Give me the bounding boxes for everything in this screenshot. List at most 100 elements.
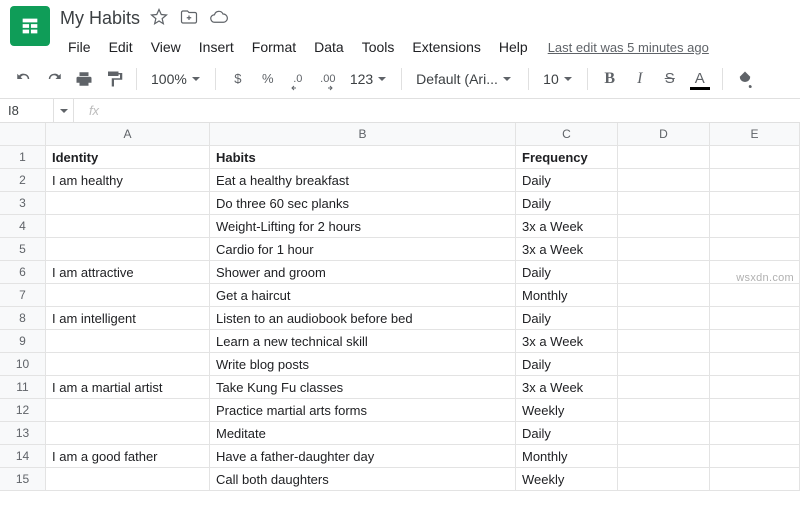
cell[interactable] <box>710 376 800 399</box>
row-header[interactable]: 4 <box>0 215 46 238</box>
row-header[interactable]: 15 <box>0 468 46 491</box>
cloud-status-icon[interactable] <box>210 8 228 29</box>
row-header[interactable]: 5 <box>0 238 46 261</box>
cell[interactable]: Take Kung Fu classes <box>210 376 516 399</box>
decrease-decimal-button[interactable]: .0 <box>284 65 312 93</box>
menu-edit[interactable]: Edit <box>101 35 141 59</box>
undo-button[interactable] <box>10 65 38 93</box>
cell[interactable] <box>710 169 800 192</box>
menu-extensions[interactable]: Extensions <box>404 35 488 59</box>
row-header[interactable]: 2 <box>0 169 46 192</box>
menu-tools[interactable]: Tools <box>354 35 403 59</box>
column-header[interactable]: E <box>710 123 800 146</box>
name-box[interactable]: I8 <box>0 99 54 122</box>
cell[interactable]: Get a haircut <box>210 284 516 307</box>
paint-format-button[interactable] <box>100 65 128 93</box>
cell[interactable] <box>710 307 800 330</box>
cell[interactable]: Meditate <box>210 422 516 445</box>
move-icon[interactable] <box>180 8 198 29</box>
cell[interactable]: Daily <box>516 422 618 445</box>
cell[interactable]: Identity <box>46 146 210 169</box>
italic-button[interactable]: I <box>626 65 654 93</box>
row-header[interactable]: 14 <box>0 445 46 468</box>
cell[interactable] <box>618 399 710 422</box>
cell[interactable] <box>618 422 710 445</box>
cell[interactable]: I am a good father <box>46 445 210 468</box>
cell[interactable] <box>710 215 800 238</box>
cell[interactable]: Frequency <box>516 146 618 169</box>
star-icon[interactable] <box>150 8 168 29</box>
cell[interactable]: Daily <box>516 261 618 284</box>
cell[interactable] <box>46 192 210 215</box>
cell[interactable]: Daily <box>516 192 618 215</box>
menu-data[interactable]: Data <box>306 35 352 59</box>
column-header[interactable]: A <box>46 123 210 146</box>
cell[interactable]: 3x a Week <box>516 376 618 399</box>
cell[interactable] <box>618 307 710 330</box>
cell[interactable]: Do three 60 sec planks <box>210 192 516 215</box>
format-currency-button[interactable]: $ <box>224 65 252 93</box>
cell[interactable]: Cardio for 1 hour <box>210 238 516 261</box>
cell[interactable] <box>710 422 800 445</box>
cell[interactable]: I am attractive <box>46 261 210 284</box>
cell[interactable] <box>46 353 210 376</box>
cell[interactable]: Habits <box>210 146 516 169</box>
cell[interactable] <box>46 238 210 261</box>
cell[interactable] <box>618 215 710 238</box>
cell[interactable] <box>46 468 210 491</box>
cell[interactable] <box>710 468 800 491</box>
cell[interactable] <box>710 238 800 261</box>
cell[interactable]: Practice martial arts forms <box>210 399 516 422</box>
cell[interactable]: 3x a Week <box>516 330 618 353</box>
cell[interactable]: Daily <box>516 307 618 330</box>
cell[interactable]: Weight-Lifting for 2 hours <box>210 215 516 238</box>
increase-decimal-button[interactable]: .00 <box>314 65 342 93</box>
cell[interactable]: Daily <box>516 169 618 192</box>
row-header[interactable]: 6 <box>0 261 46 284</box>
cell[interactable] <box>618 261 710 284</box>
cell[interactable] <box>618 238 710 261</box>
font-size-select[interactable]: 10 <box>537 65 579 93</box>
cell[interactable] <box>618 169 710 192</box>
cell[interactable] <box>710 330 800 353</box>
cell[interactable] <box>46 330 210 353</box>
row-header[interactable]: 7 <box>0 284 46 307</box>
cell[interactable]: 3x a Week <box>516 215 618 238</box>
cell[interactable]: Monthly <box>516 284 618 307</box>
print-button[interactable] <box>70 65 98 93</box>
doc-title[interactable]: My Habits <box>60 6 140 31</box>
menu-help[interactable]: Help <box>491 35 536 59</box>
row-header[interactable]: 8 <box>0 307 46 330</box>
cell[interactable]: Learn a new technical skill <box>210 330 516 353</box>
menu-format[interactable]: Format <box>244 35 304 59</box>
cell[interactable] <box>710 284 800 307</box>
cell[interactable]: Have a father-daughter day <box>210 445 516 468</box>
fill-color-button[interactable] <box>731 65 759 93</box>
select-all-corner[interactable] <box>0 123 46 146</box>
cell[interactable] <box>618 468 710 491</box>
last-edit-link[interactable]: Last edit was 5 minutes ago <box>548 40 709 55</box>
name-box-dropdown[interactable] <box>54 99 74 122</box>
strikethrough-button[interactable]: S <box>656 65 684 93</box>
cell[interactable]: I am intelligent <box>46 307 210 330</box>
cell[interactable] <box>710 353 800 376</box>
spreadsheet-grid[interactable]: ABCDE1IdentityHabitsFrequency2I am healt… <box>0 123 800 491</box>
cell[interactable] <box>618 284 710 307</box>
row-header[interactable]: 13 <box>0 422 46 445</box>
redo-button[interactable] <box>40 65 68 93</box>
row-header[interactable]: 11 <box>0 376 46 399</box>
row-header[interactable]: 9 <box>0 330 46 353</box>
cell[interactable]: Daily <box>516 353 618 376</box>
cell[interactable] <box>46 215 210 238</box>
cell[interactable]: Shower and groom <box>210 261 516 284</box>
cell[interactable]: Call both daughters <box>210 468 516 491</box>
cell[interactable] <box>618 192 710 215</box>
column-header[interactable]: B <box>210 123 516 146</box>
menu-insert[interactable]: Insert <box>191 35 242 59</box>
cell[interactable] <box>46 284 210 307</box>
format-percent-button[interactable]: % <box>254 65 282 93</box>
cell[interactable]: I am healthy <box>46 169 210 192</box>
bold-button[interactable]: B <box>596 65 624 93</box>
cell[interactable] <box>46 422 210 445</box>
row-header[interactable]: 1 <box>0 146 46 169</box>
